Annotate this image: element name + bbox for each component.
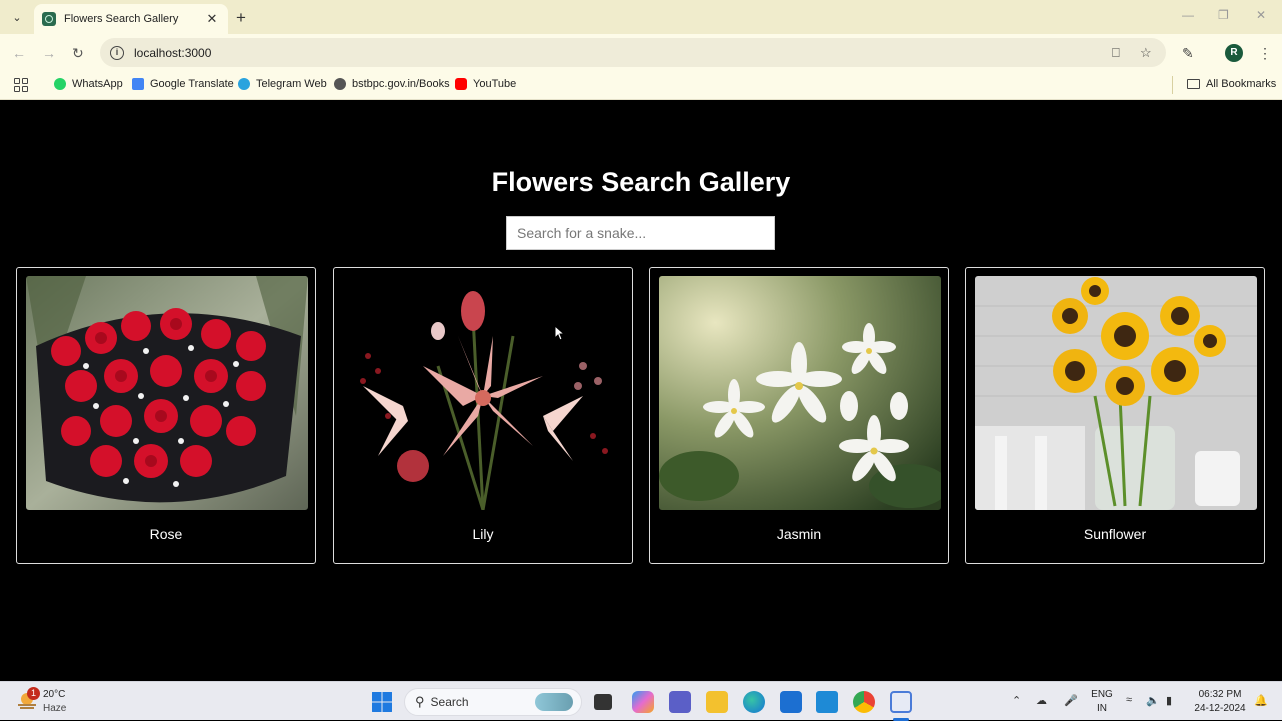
task-view-icon[interactable] [594, 694, 612, 710]
weather-description[interactable]: Haze [43, 703, 66, 714]
address-bar[interactable]: i localhost:3000 ⎕ ☆ [100, 38, 1166, 67]
browser-menu-icon[interactable]: ⋮ [1258, 45, 1272, 62]
battery-icon[interactable]: ▮ [1166, 694, 1172, 707]
weather-temperature[interactable]: 20°C [43, 689, 65, 700]
forward-arrow-icon[interactable]: → [42, 45, 56, 61]
flower-card-lily[interactable]: Lily [333, 267, 633, 564]
jasmin-image [659, 276, 941, 510]
bookmark-bstbpc[interactable]: bstbpc.gov.in/Books [334, 78, 450, 90]
search-input[interactable] [506, 216, 775, 250]
tab-close-icon[interactable]: ✕ [204, 11, 220, 27]
rose-image [26, 276, 308, 510]
bookmarks-bar: WhatsApp Google Translate Telegram Web b… [0, 72, 1282, 100]
install-app-icon[interactable]: ⎕ [1112, 38, 1120, 67]
show-hidden-icons-icon[interactable]: ⌃ [1012, 694, 1021, 707]
bookmark-whatsapp[interactable]: WhatsApp [54, 78, 123, 90]
profile-avatar[interactable]: R [1225, 44, 1243, 62]
back-arrow-icon[interactable]: ← [12, 45, 26, 61]
google-translate-icon [132, 78, 144, 90]
bookmark-label: Telegram Web [256, 78, 327, 90]
bookmark-google-translate[interactable]: Google Translate [132, 78, 234, 90]
mouse-cursor-icon [554, 325, 566, 341]
wifi-icon[interactable]: ≈ [1126, 694, 1132, 706]
folder-icon [1187, 79, 1200, 89]
windows-start-icon[interactable] [371, 691, 393, 713]
onedrive-icon[interactable]: ☁ [1036, 694, 1047, 707]
youtube-icon [455, 78, 467, 90]
site-info-icon[interactable]: i [110, 45, 124, 60]
card-label: Rose [149, 526, 183, 542]
card-label: Lily [472, 526, 494, 542]
language-indicator-top[interactable]: ENG [1090, 689, 1114, 700]
edge-icon[interactable] [743, 691, 765, 713]
bookmark-label: Google Translate [150, 78, 234, 90]
sunflower-image [975, 276, 1257, 510]
card-label: Sunflower [1083, 526, 1147, 542]
apps-grid-icon[interactable] [14, 78, 28, 92]
chrome-icon[interactable] [853, 691, 875, 713]
tab-favicon-icon [42, 12, 56, 26]
telegram-icon [238, 78, 250, 90]
store-icon[interactable] [780, 691, 802, 713]
browser-tab-active[interactable]: Flowers Search Gallery ✕ [34, 4, 228, 34]
clock-time[interactable]: 06:32 PM [1190, 689, 1250, 700]
taskbar-search-box[interactable]: ⚲ Search [404, 688, 582, 716]
bookmark-telegram[interactable]: Telegram Web [238, 78, 327, 90]
language-indicator-bottom[interactable]: IN [1090, 703, 1114, 714]
clock-date[interactable]: 24-12-2024 [1190, 703, 1250, 714]
file-explorer-icon[interactable] [706, 691, 728, 713]
search-highlight-icon [535, 693, 573, 711]
tab-search-menu-icon[interactable]: ⌄ [8, 8, 26, 26]
notification-bell-icon[interactable]: 🔔 [1254, 694, 1268, 707]
page-title: Flowers Search Gallery [491, 167, 791, 197]
bookmark-youtube[interactable]: YouTube [455, 78, 516, 90]
tab-strip: ⌄ Flowers Search Gallery ✕ + — ❐ ✕ [0, 0, 1282, 34]
extensions-icon[interactable]: ✎ [1182, 45, 1194, 62]
lily-image [343, 276, 625, 510]
bookmark-label: bstbpc.gov.in/Books [352, 78, 450, 90]
microphone-icon[interactable]: 🎤 [1064, 694, 1078, 707]
weather-notification-badge: 1 [27, 687, 40, 700]
snipping-tool-icon[interactable] [890, 691, 912, 713]
vscode-icon[interactable] [816, 691, 838, 713]
all-bookmarks-label: All Bookmarks [1206, 78, 1277, 90]
card-label: Jasmin [776, 526, 822, 542]
minimize-icon[interactable]: — [1182, 8, 1194, 22]
volume-icon[interactable]: 🔈 [1146, 694, 1160, 707]
reload-icon[interactable]: ↻ [72, 45, 84, 62]
taskbar: 1 20°C Haze ⚲ Search ⌃ ☁ 🎤 ENG IN ≈ 🔈 ▮ … [0, 681, 1282, 721]
taskbar-search-label: Search [430, 695, 469, 709]
search-icon: ⚲ [415, 694, 425, 709]
all-bookmarks[interactable]: All Bookmarks [1187, 78, 1276, 90]
bookmark-label: YouTube [473, 78, 517, 90]
address-url[interactable]: localhost:3000 [134, 46, 211, 60]
copilot-icon[interactable] [632, 691, 654, 713]
page-content: Flowers Search Gallery Search for a snak… [0, 101, 1282, 681]
browser-toolbar: ← → ↻ i localhost:3000 ⎕ ☆ ✎ ⋮ [0, 34, 1282, 72]
new-tab-icon[interactable]: + [236, 8, 246, 28]
restore-icon[interactable]: ❐ [1218, 8, 1229, 22]
teams-icon[interactable] [669, 691, 691, 713]
tab-title: Flowers Search Gallery [64, 13, 179, 25]
bookmarks-separator [1172, 76, 1173, 94]
close-window-icon[interactable]: ✕ [1256, 8, 1266, 22]
bookmark-star-icon[interactable]: ☆ [1140, 38, 1152, 67]
globe-icon [334, 78, 346, 90]
flower-card-sunflower[interactable]: Sunflower [965, 267, 1265, 564]
bookmark-label: WhatsApp [72, 78, 123, 90]
flower-card-rose[interactable]: Rose [16, 267, 316, 564]
flower-card-jasmin[interactable]: Jasmin [649, 267, 949, 564]
whatsapp-icon [54, 78, 66, 90]
